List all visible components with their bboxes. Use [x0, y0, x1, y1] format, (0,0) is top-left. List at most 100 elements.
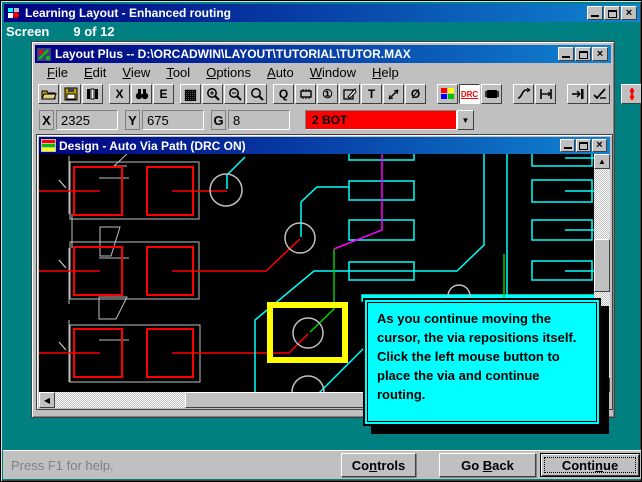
- edit-icon: E: [159, 87, 168, 101]
- design-title: Design - Auto Via Path (DRC ON): [59, 138, 246, 153]
- screen-menu[interactable]: Screen: [6, 24, 49, 39]
- refine-route-button[interactable]: [589, 84, 610, 104]
- dimension-button[interactable]: [383, 84, 404, 104]
- zoom-in-button[interactable]: [202, 84, 223, 104]
- close-icon[interactable]: ×: [592, 139, 607, 152]
- zoom-in-icon: [206, 88, 220, 101]
- x-coordinate-field[interactable]: 2325: [56, 110, 118, 130]
- component-icon: [299, 89, 312, 99]
- layer-value: 2 BOT: [305, 110, 457, 130]
- library-icon: [86, 88, 98, 100]
- grid-label: G: [211, 110, 226, 130]
- tutorial-tooltip: As you continue moving the cursor, the v…: [363, 298, 601, 426]
- main-title-bar: Learning Layout - Enhanced routing ×: [4, 4, 640, 22]
- screen-menu-bar: Screen 9 of 12: [6, 23, 115, 40]
- y-label: Y: [125, 110, 140, 130]
- text-icon: T: [367, 87, 376, 101]
- pin-button[interactable]: ①: [317, 84, 338, 104]
- layout-plus-icon: [37, 47, 51, 61]
- menu-tool[interactable]: Tool: [158, 65, 198, 80]
- pad-layer: [73, 166, 194, 378]
- application-window: Learning Layout - Enhanced routing × Scr…: [0, 0, 642, 482]
- spreadsheet-button[interactable]: ▦: [180, 84, 201, 104]
- obstacle-button[interactable]: [339, 84, 360, 104]
- edit-segment-icon: [539, 89, 552, 99]
- minimize-icon[interactable]: [560, 139, 575, 152]
- save-icon: [64, 87, 77, 101]
- via-icon: [629, 88, 634, 100]
- continue-button[interactable]: Continue: [540, 453, 640, 477]
- zoom-out-icon: [228, 88, 242, 101]
- error-icon: Ø: [410, 87, 421, 101]
- error-button[interactable]: Ø: [405, 84, 426, 104]
- x-label: X: [39, 110, 54, 130]
- minimize-icon[interactable]: [587, 6, 603, 20]
- shove-route-icon: [517, 87, 530, 99]
- trace-magenta: [333, 154, 383, 250]
- zoom-all-button[interactable]: [246, 84, 267, 104]
- toolbar: X E ▦ Q ① T Ø DRC: [35, 81, 641, 107]
- menu-auto[interactable]: Auto: [259, 65, 302, 80]
- zoom-icon: [250, 88, 264, 101]
- layer-selector[interactable]: 2 BOT ▼: [305, 110, 474, 130]
- status-message: Press F1 for help.: [11, 458, 114, 473]
- palette-icon: [440, 88, 454, 99]
- go-back-button[interactable]: Go Back: [439, 453, 536, 477]
- menu-view[interactable]: View: [114, 65, 158, 80]
- page-indicator: 9 of 12: [73, 24, 115, 39]
- query-button[interactable]: Q: [273, 84, 294, 104]
- via-button[interactable]: [621, 84, 641, 104]
- y-coordinate-field[interactable]: 675: [142, 110, 204, 130]
- open-button[interactable]: [38, 84, 59, 104]
- layout-plus-title: Layout Plus -- D:\ORCADWIN\LAYOUT\TUTORI…: [55, 47, 411, 61]
- menu-file[interactable]: File: [39, 65, 76, 80]
- save-button[interactable]: [60, 84, 81, 104]
- reconnect-icon: [484, 90, 499, 98]
- silkscreen-layer: [58, 153, 201, 383]
- grid-icon: ▦: [183, 85, 198, 102]
- component-button[interactable]: [295, 84, 316, 104]
- menu-options[interactable]: Options: [198, 65, 259, 80]
- finish-route-button[interactable]: [567, 84, 588, 104]
- grid-field[interactable]: 8: [228, 110, 290, 130]
- status-bar: Press F1 for help. Controls Go Back Cont…: [3, 450, 641, 479]
- library-button[interactable]: [82, 84, 103, 104]
- close-icon[interactable]: ×: [592, 47, 608, 61]
- pin-one-icon: ①: [322, 87, 333, 101]
- minimize-icon[interactable]: [558, 47, 574, 61]
- maximize-icon[interactable]: [604, 6, 620, 20]
- zoom-out-button[interactable]: [224, 84, 245, 104]
- layout-plus-title-bar: Layout Plus -- D:\ORCADWIN\LAYOUT\TUTORI…: [35, 45, 611, 63]
- delete-icon: X: [115, 87, 124, 101]
- menu-edit[interactable]: Edit: [76, 65, 114, 80]
- controls-button[interactable]: Controls: [341, 453, 416, 477]
- color-palette-button[interactable]: [437, 84, 458, 104]
- edit-button[interactable]: E: [153, 84, 174, 104]
- drc-button[interactable]: DRC: [459, 84, 480, 104]
- obstacle-icon: [342, 88, 357, 100]
- dimension-icon: [388, 89, 398, 100]
- scroll-up-icon[interactable]: ▲: [594, 154, 610, 169]
- edit-segment-button[interactable]: [535, 84, 556, 104]
- open-folder-icon: [40, 90, 57, 100]
- close-icon[interactable]: ×: [621, 6, 637, 20]
- finish-route-icon: [571, 89, 583, 99]
- find-button[interactable]: [131, 84, 152, 104]
- shove-route-button[interactable]: [513, 84, 534, 104]
- menu-help[interactable]: Help: [364, 65, 407, 80]
- chevron-down-icon[interactable]: ▼: [457, 110, 474, 130]
- binoculars-icon: [135, 89, 148, 100]
- reconnect-button[interactable]: [481, 84, 502, 104]
- maximize-icon[interactable]: [575, 47, 591, 61]
- window-title: Learning Layout - Enhanced routing: [25, 6, 232, 20]
- maximize-icon[interactable]: [576, 139, 591, 152]
- menu-bar: File Edit View Tool Options Auto Window …: [35, 63, 611, 81]
- horizontal-scroll-thumb[interactable]: [185, 392, 364, 408]
- menu-window[interactable]: Window: [302, 65, 364, 80]
- vertical-scroll-thumb[interactable]: [594, 239, 610, 292]
- text-button[interactable]: T: [361, 84, 382, 104]
- design-icon: [41, 139, 56, 152]
- scroll-left-icon[interactable]: ◀: [39, 392, 55, 408]
- refine-route-icon: [592, 88, 606, 100]
- delete-button[interactable]: X: [109, 84, 130, 104]
